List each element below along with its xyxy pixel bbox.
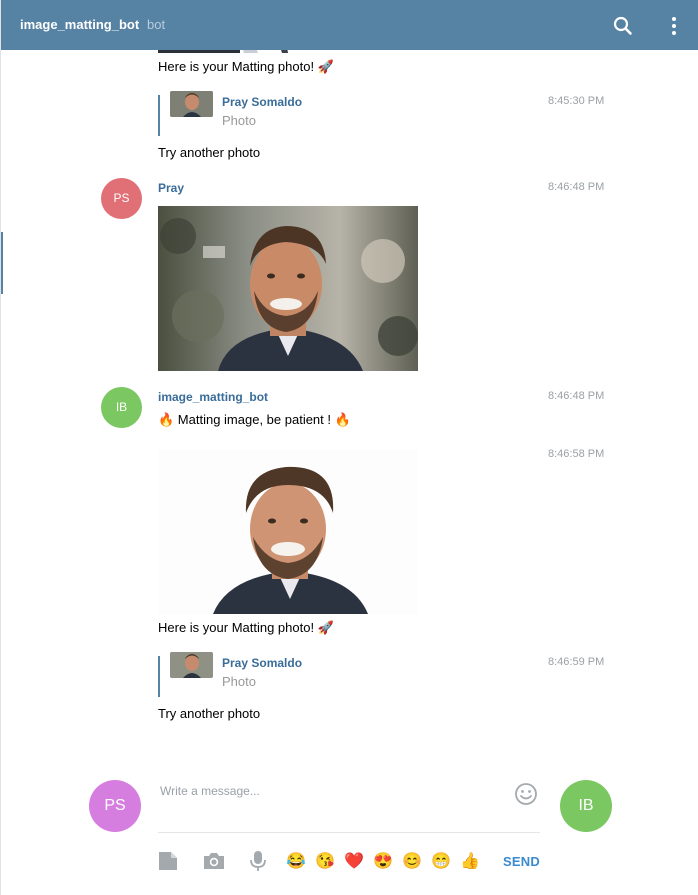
quick-emoji-button[interactable]: 😁 [431,852,451,871]
message-text: Here is your Matting photo! 🚀 [158,59,334,74]
document-icon [159,852,177,870]
message-history[interactable]: Here is your Matting photo! 🚀 Pray Somal… [1,50,698,770]
message-photo[interactable] [158,206,418,371]
message-time: 8:46:58 PM [548,448,605,460]
portrait-photo [158,206,418,371]
message-text: Try another photo [158,145,261,160]
emoji-button[interactable] [514,782,538,806]
chat-header: image_matting_bot bot [1,0,698,50]
message-input[interactable] [158,778,540,833]
search-icon [613,16,632,35]
quick-emoji-button[interactable]: ❤️ [344,852,364,871]
more-options-button[interactable] [662,13,686,39]
matted-portrait-photo [158,449,418,614]
reply-preview[interactable]: Pray Somaldo Photo [158,652,358,697]
reply-type: Photo [222,113,256,128]
chat-subtitle: bot [147,17,166,32]
attach-photo-button[interactable] [203,850,225,872]
message-composer: PS IB [1,770,698,895]
avatar[interactable]: IB [101,387,142,428]
reply-thumbnail [170,652,213,678]
send-button[interactable]: SEND [503,854,540,869]
record-voice-button[interactable] [247,850,269,872]
avatar[interactable]: PS [101,178,142,219]
quick-emoji-button[interactable]: 😍 [373,852,393,871]
reply-thumbnail [170,91,213,117]
message-text: Here is your Matting photo! 🚀 [158,620,334,635]
quick-emoji-button[interactable]: 😂 [286,852,306,871]
search-button[interactable] [611,15,635,37]
smiley-icon [515,783,537,805]
quick-emoji-button[interactable]: 😊 [402,852,422,871]
quick-emoji-button[interactable]: 👍 [460,852,480,871]
microphone-icon [250,851,266,871]
message-text: 🔥 Matting image, be patient ! 🔥 [158,412,351,427]
chat-title[interactable]: image_matting_bot [20,17,139,32]
message-time: 8:46:48 PM [548,390,605,402]
message-author[interactable]: Pray [158,181,184,195]
message-time: 8:46:48 PM [548,181,605,193]
message-text: Try another photo [158,706,261,721]
more-vertical-icon [672,17,676,35]
message-photo[interactable] [158,449,418,614]
reply-preview[interactable]: Pray Somaldo Photo [158,91,358,136]
reply-type: Photo [222,674,256,689]
peer-avatar[interactable]: IB [560,780,612,832]
reply-author: Pray Somaldo [222,656,303,670]
message-photo-partial[interactable] [158,50,298,53]
reply-author: Pray Somaldo [222,95,303,109]
message-time: 8:45:30 PM [548,95,605,107]
quick-emoji-button[interactable]: 😘 [315,852,335,871]
own-avatar[interactable]: PS [89,780,141,832]
message-author[interactable]: image_matting_bot [158,390,268,404]
camera-icon [204,853,224,869]
chat-window: image_matting_bot bot Here is your Matti… [0,0,698,895]
attach-file-button[interactable] [157,850,179,872]
message-time: 8:46:59 PM [548,656,605,668]
